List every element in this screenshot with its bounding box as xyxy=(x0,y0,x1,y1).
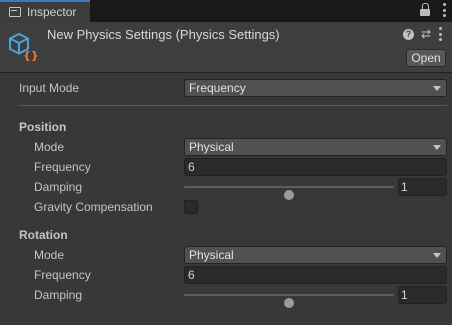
help-icon[interactable]: ? xyxy=(402,28,414,40)
open-button[interactable]: Open xyxy=(406,49,446,67)
header-divider xyxy=(0,72,452,73)
context-menu-icon[interactable] xyxy=(438,27,442,41)
position-section-label: Position xyxy=(19,120,67,134)
tab-inspector[interactable]: Inspector xyxy=(0,0,90,22)
rotation-damping-field[interactable]: 1 xyxy=(398,286,447,304)
position-mode-dropdown[interactable]: Physical xyxy=(184,138,447,156)
position-mode-label: Mode xyxy=(34,140,65,154)
rotation-frequency-row: Frequency 6 xyxy=(0,265,452,285)
rotation-frequency-label: Frequency xyxy=(34,268,91,282)
rotation-frequency-field[interactable]: 6 xyxy=(184,266,447,284)
gravity-compensation-row: Gravity Compensation xyxy=(0,197,452,217)
tab-bar: Inspector xyxy=(0,0,452,22)
rotation-damping-label: Damping xyxy=(34,288,83,302)
position-section-row: Position xyxy=(0,117,452,137)
rotation-section-label: Rotation xyxy=(19,228,68,242)
physics-settings-asset-icon: {} xyxy=(9,33,38,62)
position-damping-row: Damping 1 xyxy=(0,177,452,200)
position-damping-field[interactable]: 1 xyxy=(398,178,447,196)
rotation-mode-dropdown[interactable]: Physical xyxy=(184,246,447,264)
input-mode-row: Input Mode Frequency xyxy=(0,78,452,98)
rotation-damping-slider-thumb[interactable] xyxy=(284,298,294,308)
more-menu-icon[interactable] xyxy=(442,3,446,17)
position-mode-value: Physical xyxy=(189,140,234,154)
lock-icon[interactable] xyxy=(420,3,430,16)
rotation-section-row: Rotation xyxy=(0,225,452,245)
inspector-icon xyxy=(9,7,21,17)
rotation-mode-label: Mode xyxy=(34,248,65,262)
rotation-damping-row: Damping 1 xyxy=(0,285,452,308)
gravity-compensation-checkbox[interactable] xyxy=(184,200,198,214)
position-damping-label: Damping xyxy=(34,180,83,194)
input-mode-value: Frequency xyxy=(189,81,246,95)
position-mode-row: Mode Physical xyxy=(0,137,452,157)
position-frequency-row: Frequency 6 xyxy=(0,157,452,177)
position-frequency-label: Frequency xyxy=(34,160,91,174)
input-mode-label: Input Mode xyxy=(19,81,80,95)
position-damping-slider[interactable] xyxy=(184,186,394,200)
gravity-compensation-label: Gravity Compensation xyxy=(34,200,153,214)
inspector-header: {} New Physics Settings (Physics Setting… xyxy=(0,22,452,72)
tab-label: Inspector xyxy=(27,5,77,19)
position-frequency-field[interactable]: 6 xyxy=(184,158,447,176)
dropdown-arrow-icon xyxy=(433,145,441,150)
separator xyxy=(19,105,447,106)
asset-title: New Physics Settings (Physics Settings) xyxy=(47,27,280,42)
dropdown-arrow-icon xyxy=(433,253,441,258)
rotation-damping-slider[interactable] xyxy=(184,294,394,308)
dropdown-arrow-icon xyxy=(433,86,441,91)
rotation-mode-value: Physical xyxy=(189,248,234,262)
svg-text:{}: {} xyxy=(23,49,38,62)
input-mode-dropdown[interactable]: Frequency xyxy=(184,79,447,97)
rotation-mode-row: Mode Physical xyxy=(0,245,452,265)
presets-icon[interactable]: ⇄ xyxy=(421,28,431,40)
